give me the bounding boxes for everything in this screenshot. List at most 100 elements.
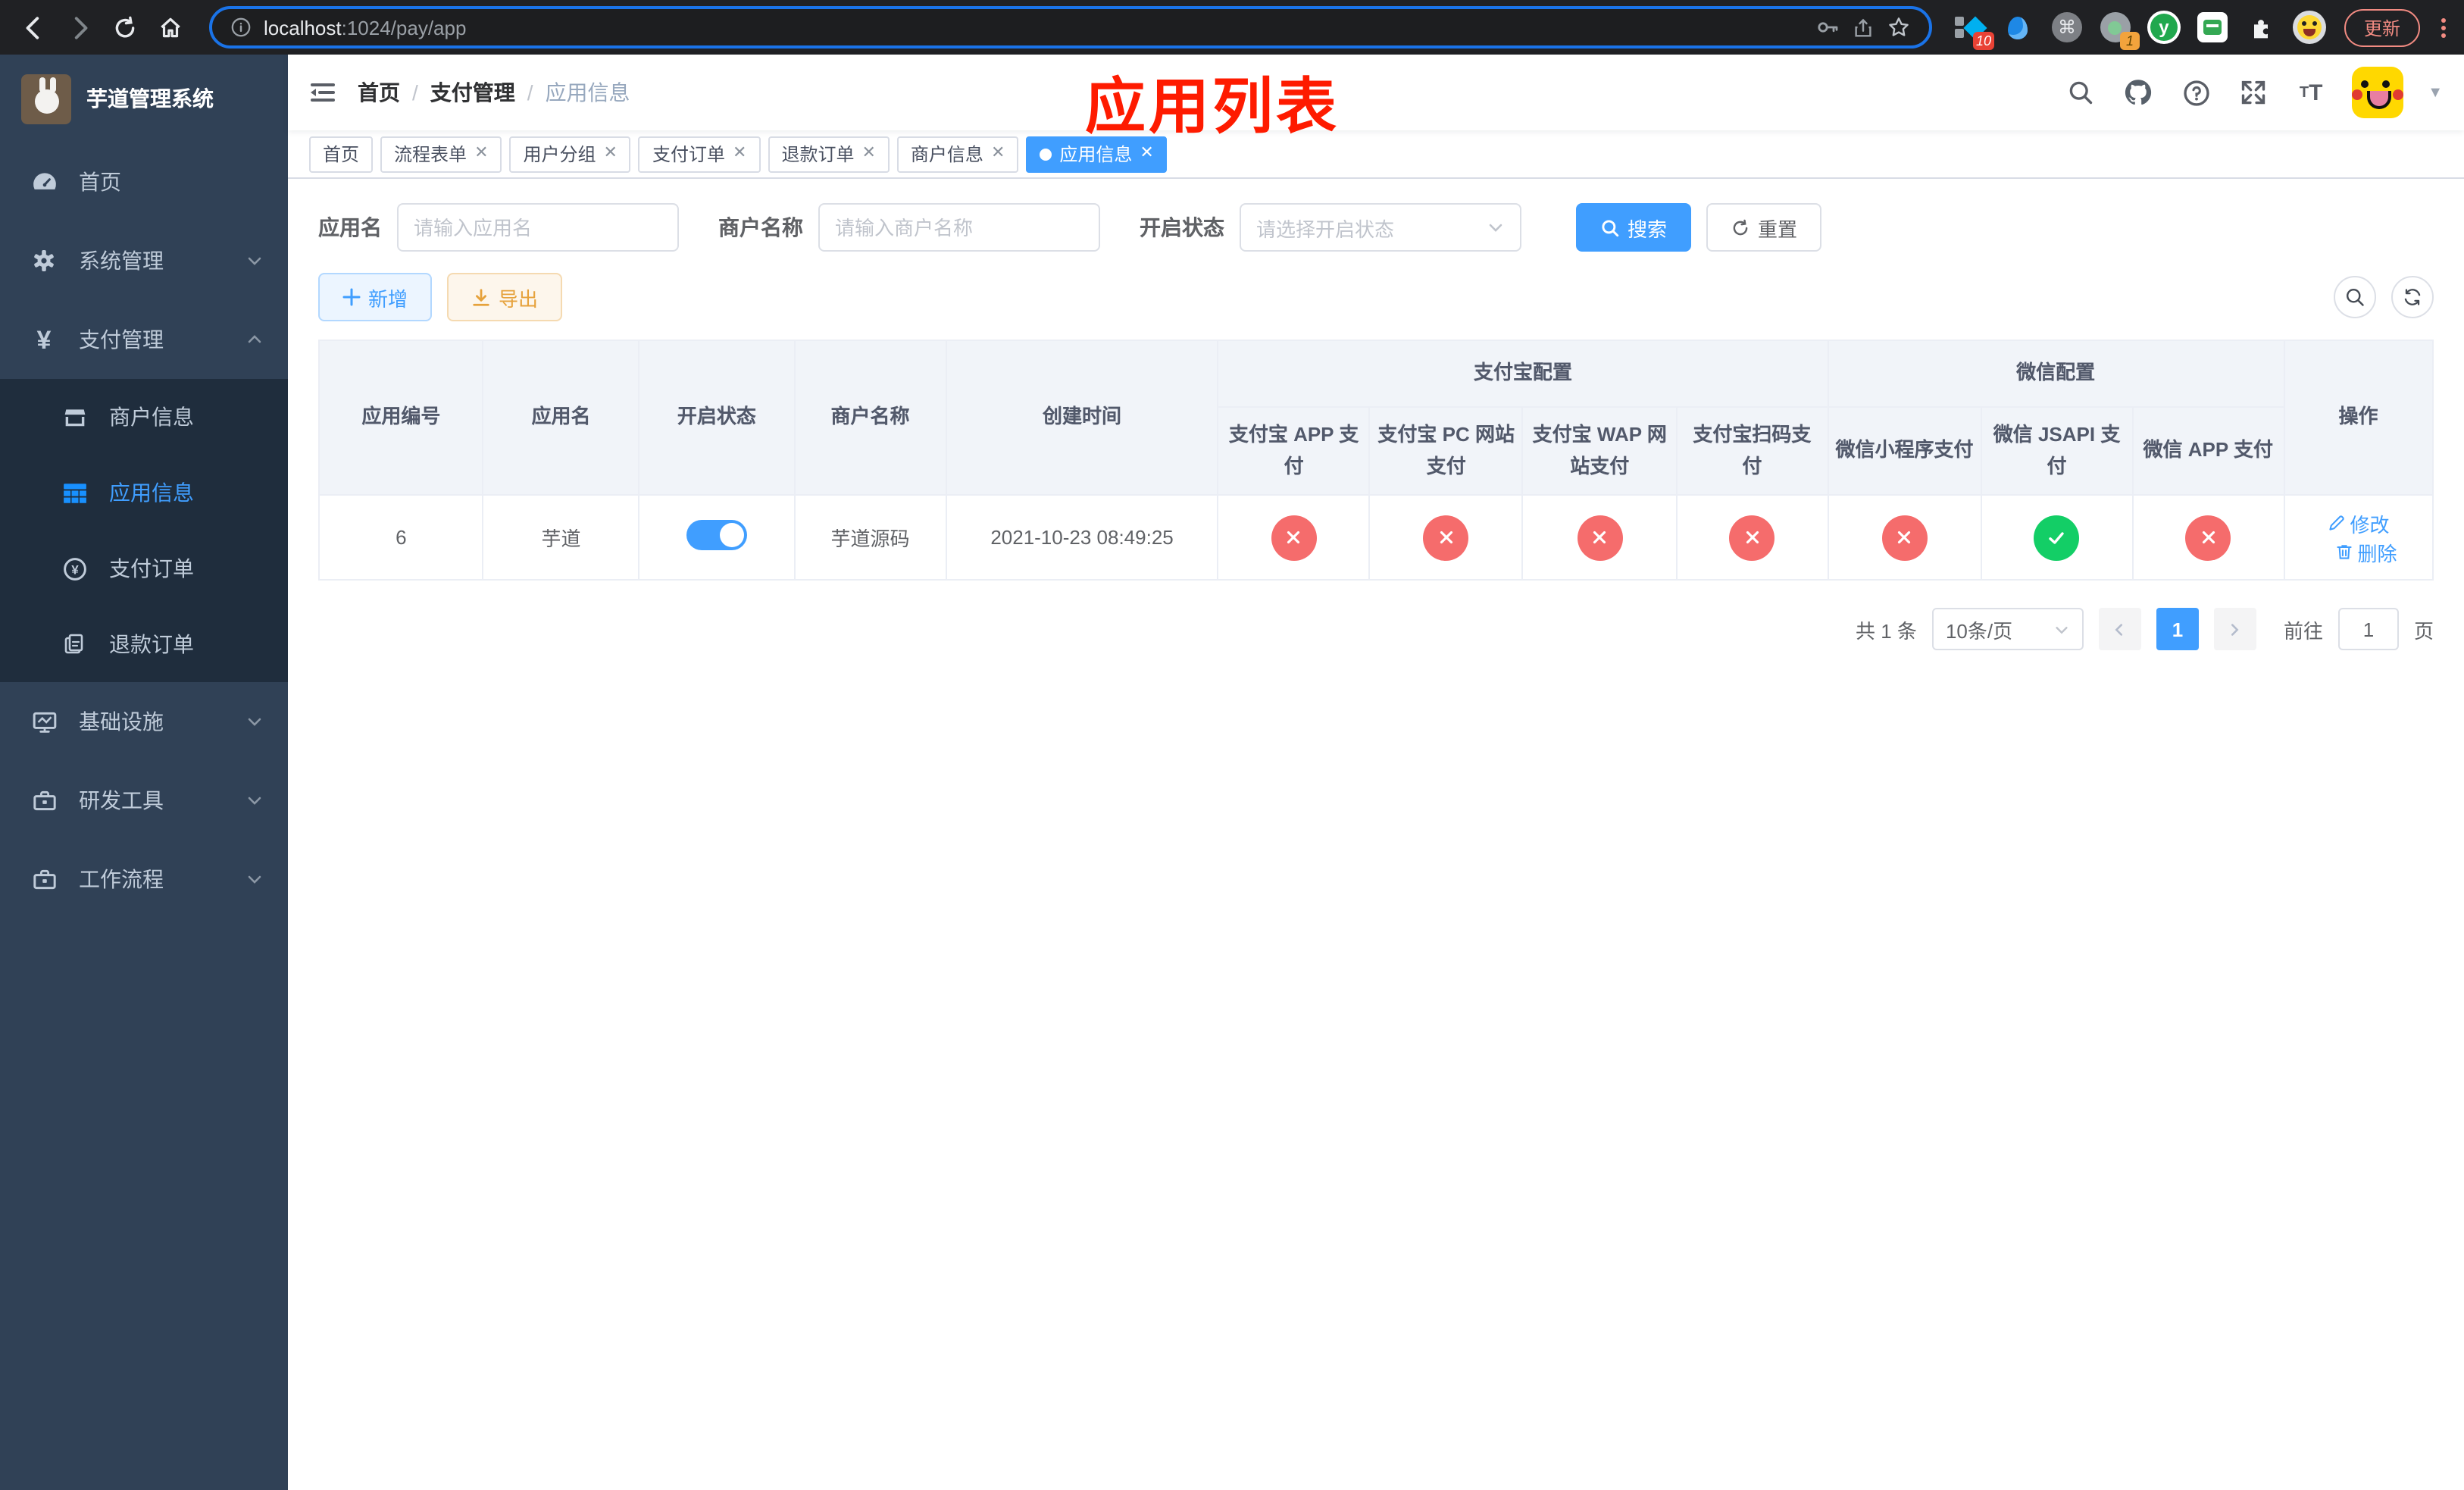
prev-page-button[interactable] [2098,608,2141,650]
search-icon[interactable] [2064,76,2097,109]
tab-process-form[interactable]: 流程表单 ✕ [380,136,502,172]
delete-button[interactable]: 删除 [2335,537,2397,566]
sidebar-item-refund-orders[interactable]: 退款订单 [0,606,288,682]
github-icon[interactable] [2122,76,2155,109]
tab-pay-orders[interactable]: 支付订单 ✕ [638,136,761,172]
open-status-select[interactable]: 请选择开启状态 [1240,203,1521,252]
refresh-icon [1733,218,1748,235]
close-icon[interactable]: ✕ [733,145,746,162]
tab-user-group[interactable]: 用户分组 ✕ [509,136,631,172]
sidebar-item-dev-tools[interactable]: 研发工具 [0,761,288,840]
bookmark-star-icon[interactable] [1887,15,1911,39]
extension-chat-icon[interactable] [2196,11,2229,44]
table-header-row-group: 应用编号 应用名 开启状态 商户名称 创建时间 支付宝配置 微信配置 操作 [317,340,2434,496]
font-size-icon[interactable]: TT [2294,76,2328,109]
table-row: 6 芋道 芋道源码 2021-10-23 08:49:25 修改 删除 [317,494,2434,581]
sidebar-submenu-pay: 商户信息 应用信息 ¥ 支付订单 退款订单 [0,379,288,682]
extension-balloon-icon[interactable] [2002,11,2035,44]
sidebar-item-workflow[interactable]: 工作流程 [0,840,288,919]
col-alipay-app: 支付宝 APP 支付 [1217,406,1371,496]
sidebar-fold-icon[interactable] [309,79,336,106]
search-icon [2346,288,2364,306]
sidebar: 芋道管理系统 首页 系统管理 ¥ 支付管理 商户信息 应用信息 ¥ 支付订单 退… [0,55,288,1490]
site-info-icon[interactable] [230,17,252,38]
col-created-at: 创建时间 [945,340,1219,496]
sidebar-item-app-info[interactable]: 应用信息 [0,455,288,531]
avatar[interactable] [2352,67,2404,118]
sidebar-item-system[interactable]: 系统管理 [0,221,288,300]
col-app-name: 应用名 [482,340,640,496]
close-icon[interactable]: ✕ [1140,145,1153,162]
breadcrumb: 首页 / 支付管理 / 应用信息 [358,77,630,108]
breadcrumb-section[interactable]: 支付管理 [430,77,515,108]
app-table: 应用编号 应用名 开启状态 商户名称 创建时间 支付宝配置 微信配置 操作 支付… [317,340,2434,581]
reset-button[interactable]: 重置 [1706,203,1822,252]
col-app-id: 应用编号 [317,340,484,496]
tab-refund-orders[interactable]: 退款订单 ✕ [768,136,890,172]
trash-icon [2336,545,2352,559]
edit-button[interactable]: 修改 [2328,509,2390,537]
close-icon[interactable]: ✕ [991,145,1005,162]
document-copy-icon [61,632,88,656]
chevron-down-icon [245,791,264,809]
status-badge-wx-app [2185,515,2231,560]
sidebar-item-merchant-info[interactable]: 商户信息 [0,379,288,455]
sidebar-item-pay-orders[interactable]: ¥ 支付订单 [0,531,288,606]
col-wx-lite: 微信小程序支付 [1827,406,1982,496]
merchant-name-label: 商户名称 [718,215,803,239]
merchant-name-input[interactable] [835,216,1083,239]
sidebar-item-infra[interactable]: 基础设施 [0,682,288,761]
close-icon[interactable]: ✕ [604,145,618,162]
app-name-input[interactable] [414,216,662,239]
cell-app-name: 芋道 [482,494,640,581]
yen-icon: ¥ [36,325,52,354]
sidebar-item-home[interactable]: 首页 [0,142,288,221]
address-bar[interactable]: localhost:1024/pay/app [209,6,1932,49]
page-size-select[interactable]: 10条/页 [1931,608,2084,650]
chrome-menu-icon[interactable] [2441,17,2446,37]
close-icon[interactable]: ✕ [474,145,488,162]
extensions-area: 10 ⌘ 1 y [1953,11,2326,50]
extension-command-icon[interactable]: ⌘ [2050,11,2084,44]
extension-y-icon[interactable]: y [2147,11,2181,44]
download-icon [473,288,489,305]
extensions-puzzle-icon[interactable] [2244,11,2278,44]
reload-icon[interactable] [106,9,142,45]
breadcrumb-home[interactable]: 首页 [358,77,400,108]
search-button[interactable]: 搜索 [1576,203,1692,252]
next-page-button[interactable] [2213,608,2256,650]
refresh-table-button[interactable] [2391,276,2434,318]
app-logo-row[interactable]: 芋道管理系统 [0,55,288,142]
password-key-icon[interactable] [1815,15,1840,39]
app-name-label: 应用名 [318,215,382,239]
grid-icon [61,480,88,506]
status-toggle[interactable] [686,520,747,550]
chevron-down-icon[interactable]: ▼ [2428,84,2443,101]
profile-emoji-icon[interactable] [2292,11,2326,44]
col-ops: 操作 [2283,340,2434,496]
forward-icon[interactable] [61,9,97,45]
close-icon[interactable]: ✕ [861,145,875,162]
extension-blue-diamond-icon[interactable]: 10 [1953,11,1994,50]
col-open-status: 开启状态 [638,340,796,496]
app-navbar: 首页 / 支付管理 / 应用信息 T T ▼ [288,55,2464,130]
back-icon[interactable] [15,9,52,45]
help-icon[interactable] [2179,76,2212,109]
home-icon[interactable] [152,9,188,45]
current-page-button[interactable]: 1 [2156,608,2199,650]
pencil-icon [2328,515,2344,531]
page-title-annotation: 应用列表 [1085,74,1340,141]
add-button[interactable]: 新增 [318,273,433,321]
toggle-search-button[interactable] [2334,276,2376,318]
export-button[interactable]: 导出 [447,273,563,321]
chrome-update-button[interactable]: 更新 [2344,8,2420,46]
tab-home[interactable]: 首页 [309,136,374,172]
extension-recorder-icon[interactable]: 1 [2099,11,2140,50]
status-badge-alipay-wap [1577,515,1623,560]
share-icon[interactable] [1852,16,1875,39]
sidebar-item-pay[interactable]: ¥ 支付管理 [0,300,288,379]
chevron-up-icon [245,330,264,349]
goto-page-input[interactable] [2337,608,2399,650]
tab-merchant-info[interactable]: 商户信息 ✕ [896,136,1019,172]
fullscreen-icon[interactable] [2237,76,2270,109]
